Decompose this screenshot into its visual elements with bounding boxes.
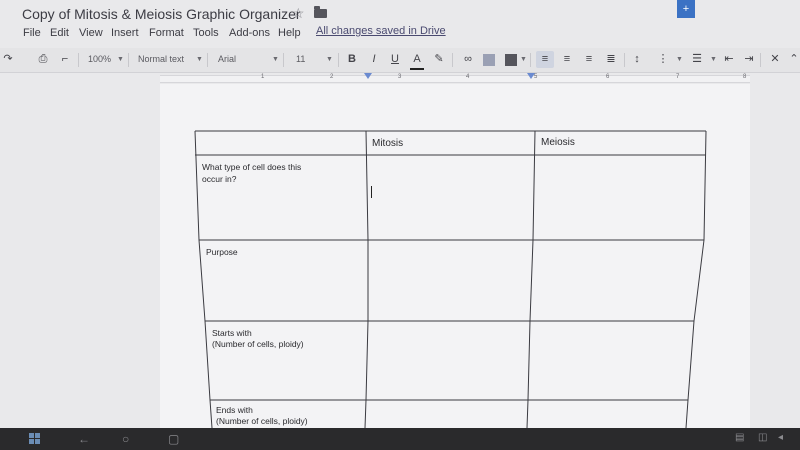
- back-arrow-icon[interactable]: ←: [78, 432, 90, 446]
- volume-icon[interactable]: ◂: [778, 432, 783, 443]
- taskbar: ← ○ ▢ ▤ ◫ ◂: [0, 428, 800, 450]
- table-border: [526, 130, 536, 428]
- row-label: What type of cell does this: [202, 162, 302, 172]
- row-label: Purpose: [206, 247, 238, 257]
- screen: Copy of Mitosis & Meiosis Graphic Organi…: [0, 0, 800, 428]
- table-border: [685, 130, 707, 428]
- organizer-table: [194, 130, 707, 428]
- text-cursor: [371, 186, 372, 198]
- table-border: [364, 130, 369, 428]
- search-icon[interactable]: ○: [122, 432, 129, 446]
- network-icon[interactable]: ◫: [758, 432, 767, 443]
- notification-icon[interactable]: ▤: [735, 432, 744, 443]
- row-label: (Number of cells, ploidy): [216, 416, 308, 426]
- row-label: (Number of cells, ploidy): [212, 339, 304, 349]
- task-view-icon[interactable]: ▢: [168, 432, 179, 446]
- column-header-meiosis: Meiosis: [541, 137, 575, 148]
- windows-start-icon[interactable]: [29, 433, 41, 445]
- column-header-mitosis: Mitosis: [372, 138, 404, 149]
- row-label: occur in?: [202, 174, 237, 184]
